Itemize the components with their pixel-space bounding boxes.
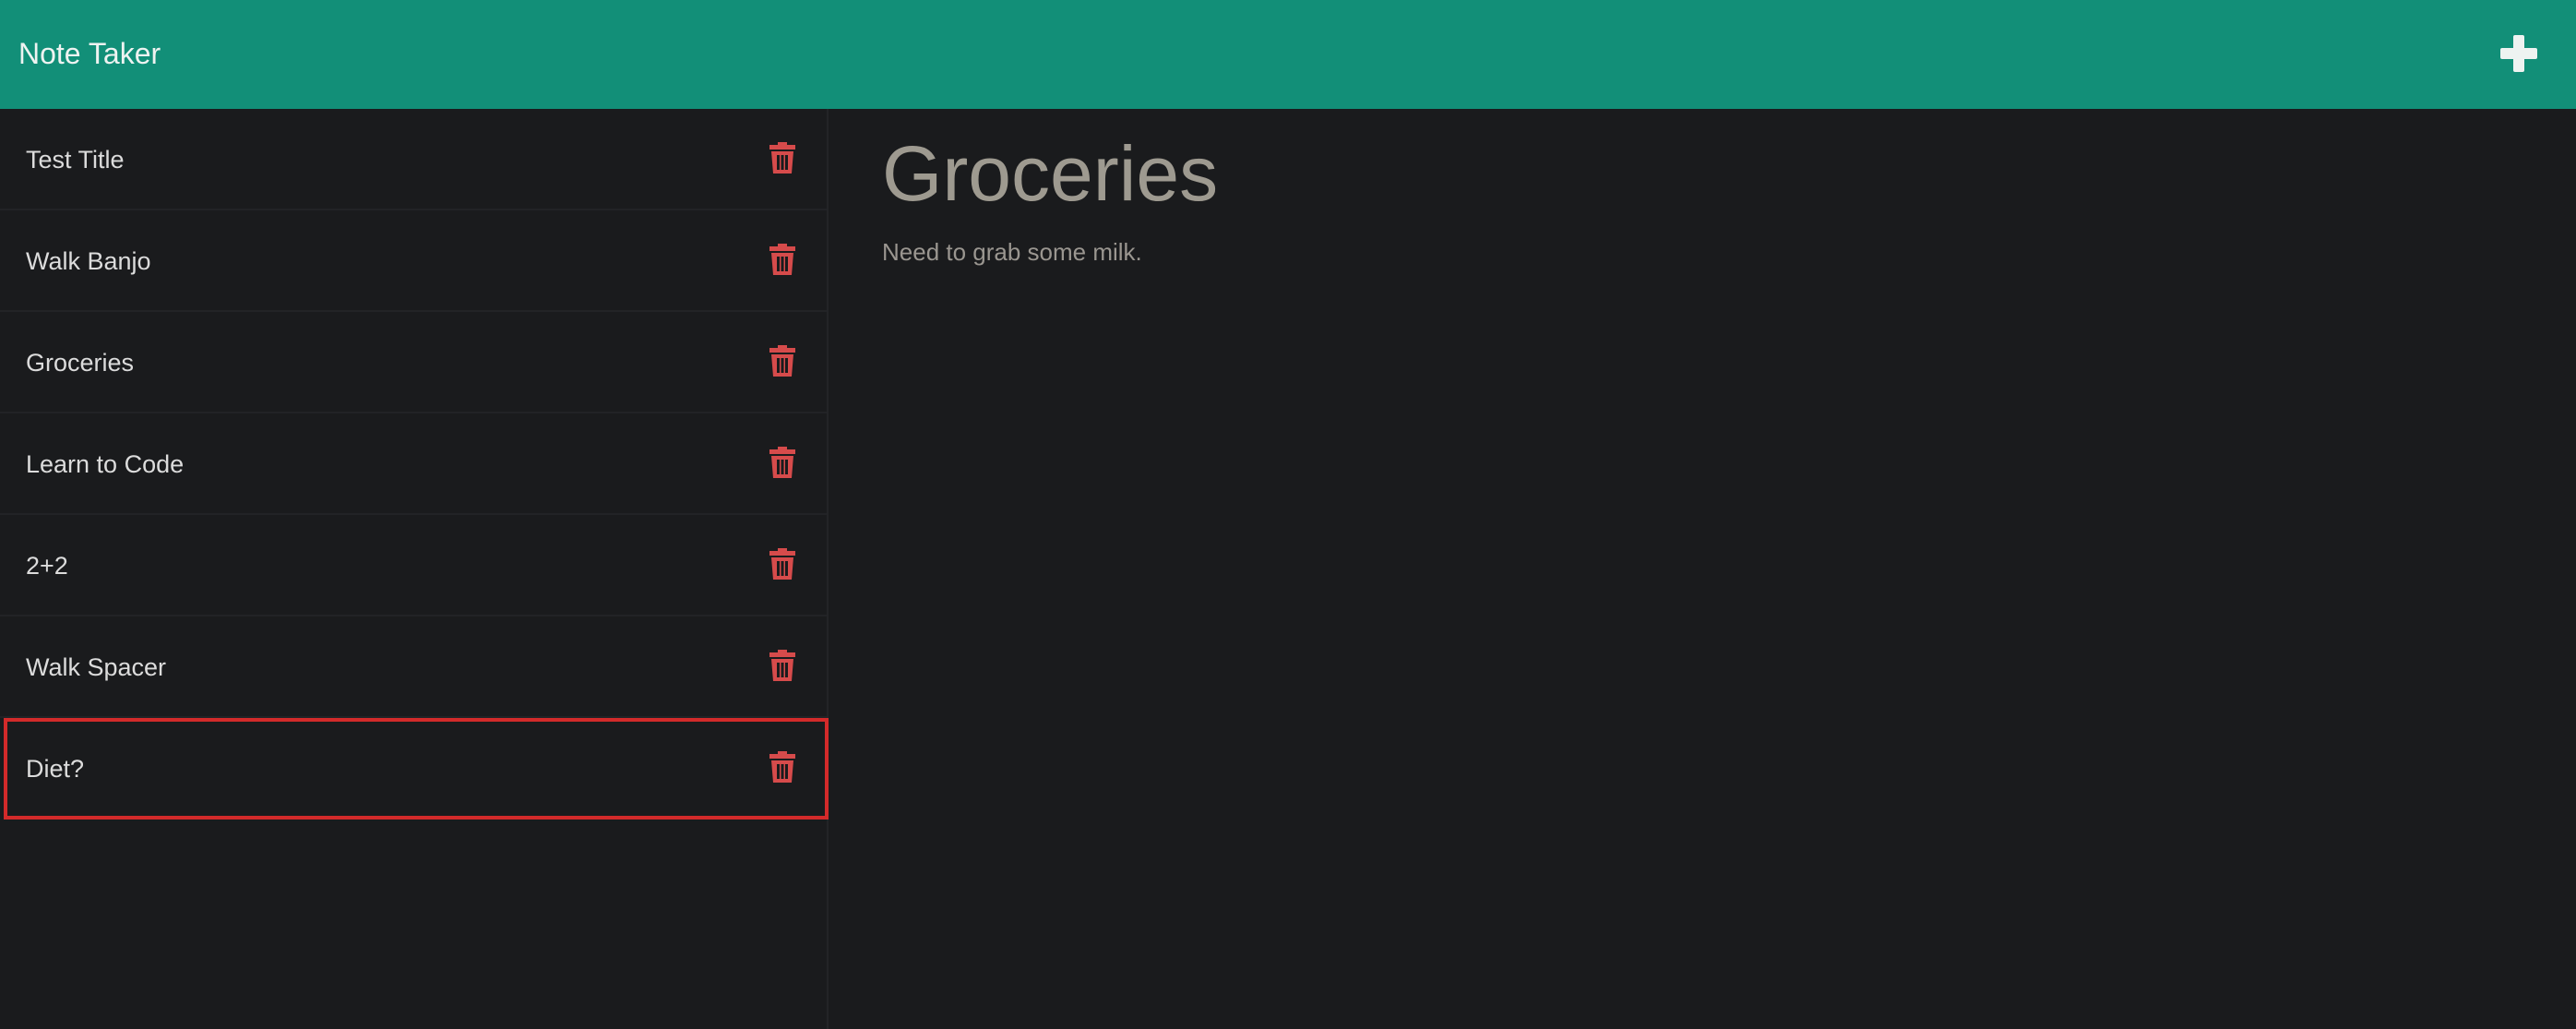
note-title: 2+2 — [26, 552, 68, 580]
list-item[interactable]: Diet? — [4, 718, 829, 820]
note-title: Groceries — [26, 349, 135, 377]
list-item[interactable]: Groceries — [0, 312, 827, 413]
list-item[interactable]: 2+2 — [0, 515, 827, 616]
new-note-button[interactable] — [2495, 30, 2543, 78]
trash-icon[interactable] — [769, 244, 795, 275]
trash-icon[interactable] — [769, 142, 795, 173]
list-item[interactable]: Walk Banjo — [0, 210, 827, 312]
note-title: Learn to Code — [26, 450, 185, 478]
note-title: Walk Spacer — [26, 653, 167, 681]
note-title: Diet? — [26, 755, 85, 783]
list-item[interactable]: Learn to Code — [0, 413, 827, 515]
note-viewer: Groceries Need to grab some milk. — [829, 109, 2576, 1029]
trash-icon[interactable] — [769, 447, 795, 478]
note-title: Test Title — [26, 146, 125, 173]
trash-icon[interactable] — [769, 650, 795, 681]
list-item[interactable]: Walk Spacer — [0, 616, 827, 718]
note-list: Test Title Walk Banjo Groceries Learn to… — [0, 109, 829, 1029]
plus-icon — [2500, 35, 2537, 72]
trash-icon[interactable] — [769, 345, 795, 377]
note-title-display[interactable]: Groceries — [882, 127, 1218, 221]
trash-icon[interactable] — [769, 751, 795, 783]
note-text-display[interactable]: Need to grab some milk. — [882, 238, 1142, 267]
app-title[interactable]: Note Taker — [18, 0, 161, 107]
trash-icon[interactable] — [769, 548, 795, 580]
note-title: Walk Banjo — [26, 247, 151, 275]
navbar: Note Taker — [0, 0, 2576, 109]
list-item[interactable]: Test Title — [0, 109, 827, 210]
